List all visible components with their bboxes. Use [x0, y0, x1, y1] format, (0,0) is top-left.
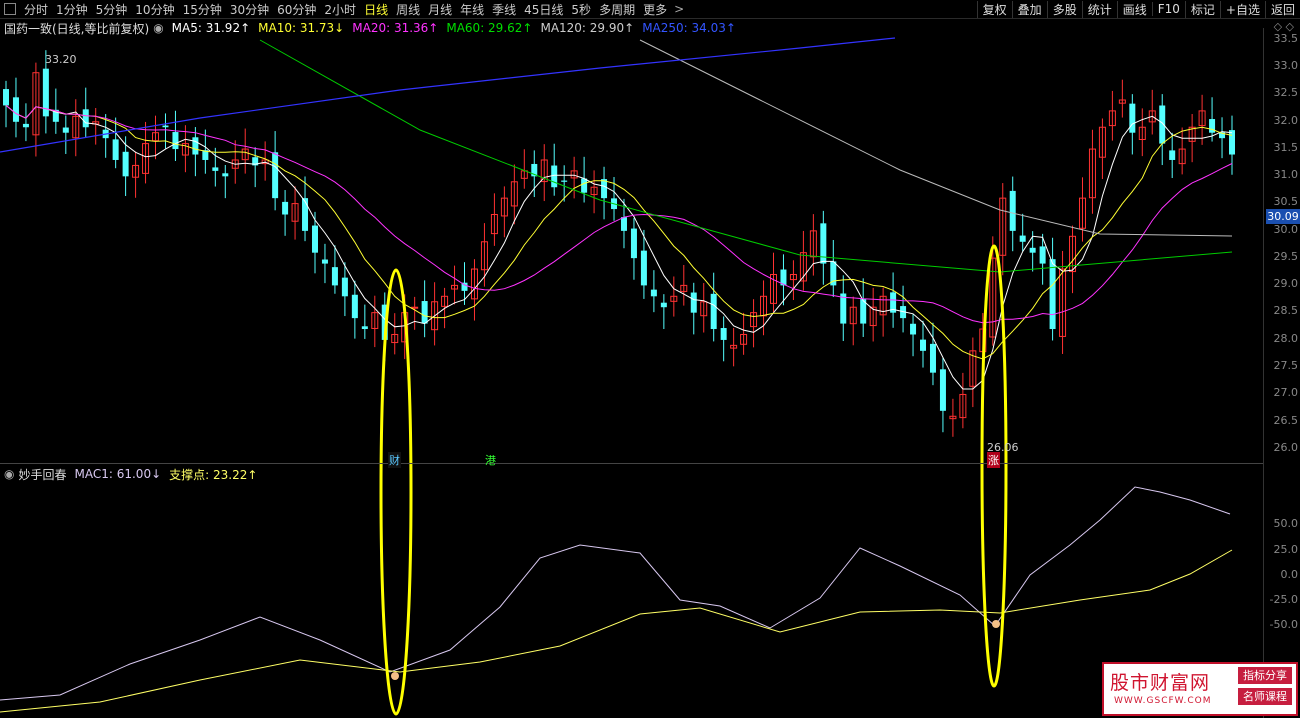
- candle-body: [640, 250, 647, 286]
- news-marker-zhang[interactable]: 涨: [987, 452, 1000, 468]
- candle-body: [421, 301, 428, 324]
- price-tick: 28.5: [1273, 304, 1299, 317]
- candle-body: [910, 323, 917, 335]
- support-value: 支撑点: 23.22↑: [169, 467, 258, 482]
- settings-circle-icon[interactable]: ◉: [4, 467, 14, 481]
- pointer-hand-icon: [992, 620, 1000, 628]
- candle-body: [62, 127, 69, 133]
- candle-body: [601, 179, 608, 199]
- watermark-tag-share: 指标分享: [1238, 667, 1292, 684]
- candle-body: [660, 302, 667, 308]
- candle-body: [1169, 150, 1176, 160]
- indicator-tick: 25.0: [1273, 543, 1299, 556]
- support-line: [0, 549, 1233, 713]
- candle-body: [939, 369, 946, 411]
- candle-body: [162, 125, 169, 128]
- candle-body: [341, 277, 348, 297]
- price-tick: 28.0: [1273, 332, 1299, 345]
- mac1-line: [0, 486, 1231, 701]
- indicator-tick: 50.0: [1273, 517, 1299, 530]
- candle-body: [1049, 259, 1056, 330]
- candle-body: [630, 228, 637, 259]
- candle-body: [720, 328, 727, 340]
- candle-body: [710, 293, 717, 330]
- candle-body: [321, 259, 328, 264]
- candle-body: [620, 217, 627, 231]
- price-tick: 27.0: [1273, 386, 1299, 399]
- price-tick: 29.5: [1273, 250, 1299, 263]
- candle-body: [192, 137, 199, 155]
- ma20-line: [5, 105, 1233, 324]
- candle-body: [351, 294, 358, 319]
- candle-body: [1129, 103, 1136, 133]
- candle-body: [331, 267, 338, 286]
- watermark-url: WWW.GSCFW.COM: [1114, 696, 1212, 706]
- price-tick: 26.5: [1273, 414, 1299, 427]
- candle-body: [411, 306, 419, 309]
- candle-body: [1229, 130, 1235, 155]
- candle-body: [561, 180, 568, 182]
- candle-body: [12, 97, 19, 122]
- candle-body: [222, 173, 229, 177]
- indicator-tick: -25.0: [1269, 593, 1298, 606]
- candle-body: [690, 292, 697, 313]
- candle-body: [282, 201, 289, 215]
- site-watermark: 股市财富网 WWW.GSCFW.COM 指标分享 名师课程: [1102, 662, 1298, 716]
- candle-body: [302, 198, 309, 231]
- candle-body: [1039, 246, 1046, 264]
- watermark-tag-course: 名师课程: [1238, 688, 1292, 705]
- candle-body: [172, 132, 179, 150]
- indicator-name: 妙手回春: [18, 467, 67, 482]
- ma60-line: [259, 39, 1233, 273]
- candle-body: [650, 289, 657, 297]
- ma5-line: [5, 105, 1233, 390]
- candle-body: [311, 225, 318, 253]
- price-tick: 33.5: [1273, 32, 1299, 45]
- news-marker-gang[interactable]: 港: [484, 452, 497, 468]
- candle-body: [551, 165, 558, 188]
- price-tick: 30.0: [1273, 223, 1299, 236]
- price-tick: 32.0: [1273, 114, 1299, 127]
- candle-body: [929, 343, 936, 373]
- candle-body: [581, 178, 588, 193]
- current-price-tag: 30.09: [1266, 209, 1300, 224]
- news-marker-cai[interactable]: 财: [388, 452, 401, 468]
- candle-body: [3, 89, 9, 106]
- pointer-hand-icon: [391, 672, 399, 680]
- watermark-title: 股市财富网: [1110, 672, 1211, 694]
- price-tick: 31.5: [1273, 141, 1299, 154]
- candle-body: [82, 109, 89, 128]
- indicator-tick: 0.0: [1280, 568, 1299, 581]
- candle-body: [22, 123, 29, 128]
- panel-divider: [0, 463, 1263, 464]
- price-tick: 27.5: [1273, 359, 1299, 372]
- indicator-info-bar: ◉ 妙手回春 MAC1: 61.00↓ 支撑点: 23.22↑: [0, 465, 257, 483]
- ma120-line: [639, 39, 1233, 237]
- candle-body: [361, 326, 368, 330]
- candle-body: [840, 293, 847, 324]
- mac1-value: MAC1: 61.00↓: [74, 467, 162, 481]
- price-axis: 33.5 33.0 32.5 32.0 31.5 31.0 30.5 30.0 …: [1264, 28, 1300, 458]
- price-tick: 29.0: [1273, 277, 1299, 290]
- price-tick: 30.5: [1273, 195, 1299, 208]
- candle-body: [272, 152, 279, 199]
- candle-body: [122, 151, 129, 177]
- indicator-tick: -50.0: [1269, 618, 1298, 631]
- price-tick: 33.0: [1273, 59, 1299, 72]
- price-tick: 26.0: [1273, 441, 1299, 454]
- candle-body: [920, 339, 927, 351]
- candlestick-chart: [0, 37, 1235, 716]
- price-tick: 31.0: [1273, 168, 1299, 181]
- ma10-line: [5, 105, 1233, 360]
- candle-body: [1159, 105, 1166, 144]
- candle-body: [1019, 235, 1026, 242]
- price-tick: 32.5: [1273, 86, 1299, 99]
- candle-body: [112, 139, 119, 160]
- candle-body: [1009, 190, 1016, 231]
- ma250-line: [0, 37, 896, 153]
- candle-body: [1029, 247, 1036, 253]
- highlight-ellipse-left: [379, 268, 413, 716]
- candle-body: [212, 167, 219, 171]
- high-price-label: 33.20: [45, 53, 77, 66]
